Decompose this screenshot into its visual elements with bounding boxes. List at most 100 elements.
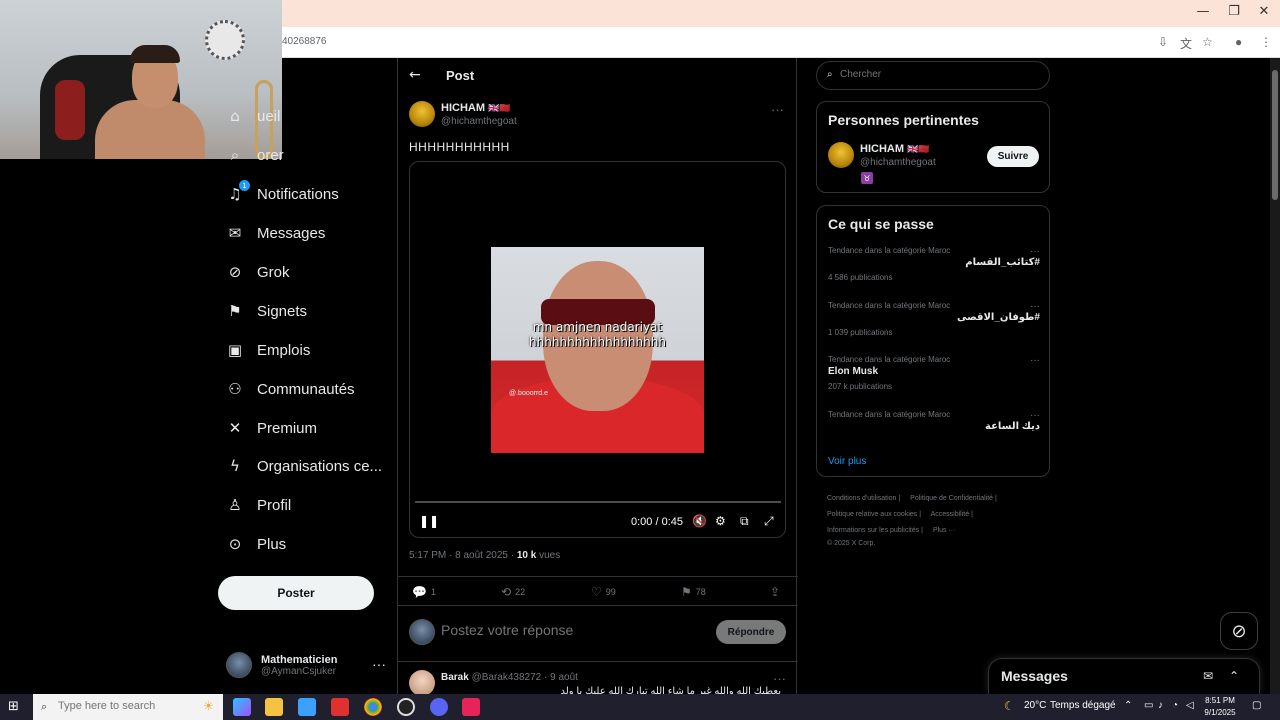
nav-jobs[interactable]: ▣ Emplois [226,336,310,364]
footer-link-accessibility[interactable]: Accessibilité | [931,511,973,518]
video-player[interactable]: mn amjnen nadariyat hhhhhhhhhhhhhhhhhh @… [409,161,786,538]
picture-in-picture-icon[interactable]: ⧉ [740,514,749,529]
share-action[interactable]: ⇪ [770,585,780,599]
install-app-icon[interactable]: ⇩ [1158,35,1168,49]
new-message-icon[interactable]: ✉ [1203,669,1213,683]
pause-icon[interactable]: ❚❚ [419,514,439,528]
messages-drawer[interactable]: Messages ✉ ⌃ [988,658,1260,694]
nav-explore[interactable]: ⌕ orer [226,141,284,169]
nav-communities[interactable]: ⚇ Communautés [226,375,354,403]
nav-profile[interactable]: ♙ Profil [226,491,291,519]
mute-icon[interactable]: 🔇 [692,514,707,528]
nav-premium[interactable]: ✕ Premium [226,414,317,442]
avatar[interactable] [828,142,854,168]
post-button[interactable]: Poster [218,576,374,610]
nav-bookmarks[interactable]: ⚑ Signets [226,297,307,325]
video-frame[interactable]: mn amjnen nadariyat hhhhhhhhhhhhhhhhhh @… [491,247,704,453]
capcut-app-icon[interactable] [462,698,480,716]
trend-item[interactable]: Tendance dans la catégorie Maroc ··· ديك… [828,410,1040,432]
tray-network-icon[interactable]: ▭ [1144,700,1153,711]
bookmark-action[interactable]: ⚑ 78 [681,585,706,599]
store-app-icon[interactable] [298,698,316,716]
main-column: ← Post HICHAM 🇬🇧🇲🇦 @hichamthegoat ··· HHH… [397,58,798,697]
back-arrow-icon[interactable]: ← [409,67,421,83]
profile-icon[interactable]: ● [1235,35,1242,49]
minimize-button[interactable]: — [1188,4,1218,19]
trend-item[interactable]: Tendance dans la catégorie Maroc ··· #كت… [828,246,1040,282]
nav-messages[interactable]: ✉ Messages [226,219,326,247]
video-progress-bar[interactable] [415,501,781,503]
person-name[interactable]: HICHAM 🇬🇧🇲🇦 [860,143,929,155]
nav-home[interactable]: ⌂ ueil [226,102,280,130]
settings-gear-icon[interactable]: ⚙ [715,514,726,528]
author-handle[interactable]: @hichamthegoat [441,116,517,127]
tray-volume-icon[interactable]: ◁ [1186,700,1194,711]
tray-chevron-icon[interactable]: ⌃ [1124,700,1132,711]
translate-icon[interactable]: 文 [1180,35,1192,52]
footer-link-more[interactable]: Plus ··· [933,527,956,534]
search-input[interactable] [840,69,1040,80]
scrollbar-thumb[interactable] [1272,70,1278,200]
person-flags: 🇬🇧🇲🇦 [907,144,930,154]
chrome-app-icon[interactable] [364,698,382,716]
more-icon[interactable]: ··· [1030,410,1040,421]
close-window-button[interactable]: ✕ [1249,4,1279,19]
more-icon[interactable]: ··· [372,656,386,672]
nav-grok[interactable]: ⊘ Grok [226,258,290,286]
more-icon[interactable]: ··· [1030,246,1040,257]
notification-center-icon[interactable]: ▢ [1252,700,1261,711]
more-icon[interactable]: ··· [771,102,784,117]
tray-mic-icon[interactable]: ♪ [1158,700,1163,711]
windows-start-icon[interactable]: ⊞ [8,699,19,714]
person-icon: ♙ [228,496,242,514]
search-box[interactable]: ⌕ [816,61,1050,90]
notification-badge: 1 [239,180,250,191]
browser-menu-icon[interactable]: ⋮ [1260,35,1272,49]
tray-wifi-icon[interactable]: ◔ [1172,700,1178,711]
account-switcher[interactable]: Mathematicien @AymanCsjuker ··· [226,648,386,682]
reply-action[interactable]: 💬 1 [412,585,436,599]
footer-link-ads[interactable]: Informations sur les publicités | [827,527,923,534]
red-app-icon[interactable] [331,698,349,716]
weather-text[interactable]: Temps dégagé [1050,700,1116,711]
grok-fab-icon[interactable]: ⊘ [1220,612,1258,650]
trend-item[interactable]: Tendance dans la catégorie Maroc ··· #طو… [828,301,1040,337]
repost-action[interactable]: ⟲ 22 [501,585,525,599]
taskbar-search-input[interactable] [58,700,178,712]
scrollbar[interactable] [1270,58,1280,694]
nav-more[interactable]: ⊙ Plus [226,530,286,558]
footer-link-terms[interactable]: Conditions d'utilisation | [827,495,900,502]
more-icon[interactable]: ··· [773,671,786,686]
like-action[interactable]: ♡ 99 [591,585,616,599]
footer-link-privacy[interactable]: Politique de Confidentialité | [910,495,997,502]
maximize-button[interactable]: ❐ [1219,4,1249,19]
expand-chevron-icon[interactable]: ⌃ [1229,669,1239,683]
post-timestamp[interactable]: 5:17 PM · 8 août 2025 · [409,550,517,561]
fullscreen-icon[interactable]: ⤢ [764,514,774,529]
taskbar-clock[interactable]: 8:51 PM 9/1/2025 [1200,695,1240,719]
bookmark-star-icon[interactable]: ☆ [1202,35,1213,49]
footer-link-cookies[interactable]: Politique relative aux cookies | [827,511,921,518]
author-name[interactable]: HICHAM 🇬🇧🇲🇦 [441,102,510,114]
person-handle[interactable]: @hichamthegoat [860,157,936,168]
copilot-app-icon[interactable] [233,698,251,716]
reply-input[interactable] [441,622,701,638]
taskbar-search[interactable]: ⌕ ☀ [33,694,223,720]
reply-button[interactable]: Répondre [716,620,786,644]
url-text[interactable]: 40268876 [282,36,327,47]
file-explorer-icon[interactable] [265,698,283,716]
follow-button[interactable]: Suivre [987,146,1039,167]
avatar[interactable] [409,670,435,696]
nav-notifications[interactable]: ♫ 1 Notifications [226,180,339,208]
discord-app-icon[interactable] [430,698,448,716]
nav-organizations[interactable]: ϟ Organisations ce... [226,452,382,480]
see-more-link[interactable]: Voir plus [828,456,866,467]
trend-item[interactable]: Tendance dans la catégorie Maroc ··· Elo… [828,355,1040,391]
more-icon[interactable]: ··· [1030,301,1040,312]
more-icon[interactable]: ··· [1030,355,1040,366]
comment-item[interactable]: Barak @Barak438272 · 9 août ··· يعطيك ال… [398,664,798,697]
comment-author[interactable]: Barak @Barak438272 · 9 août [441,672,578,683]
weather-temp[interactable]: 20°C [1024,700,1046,711]
author-avatar[interactable] [409,101,435,127]
obs-app-icon[interactable] [397,698,415,716]
